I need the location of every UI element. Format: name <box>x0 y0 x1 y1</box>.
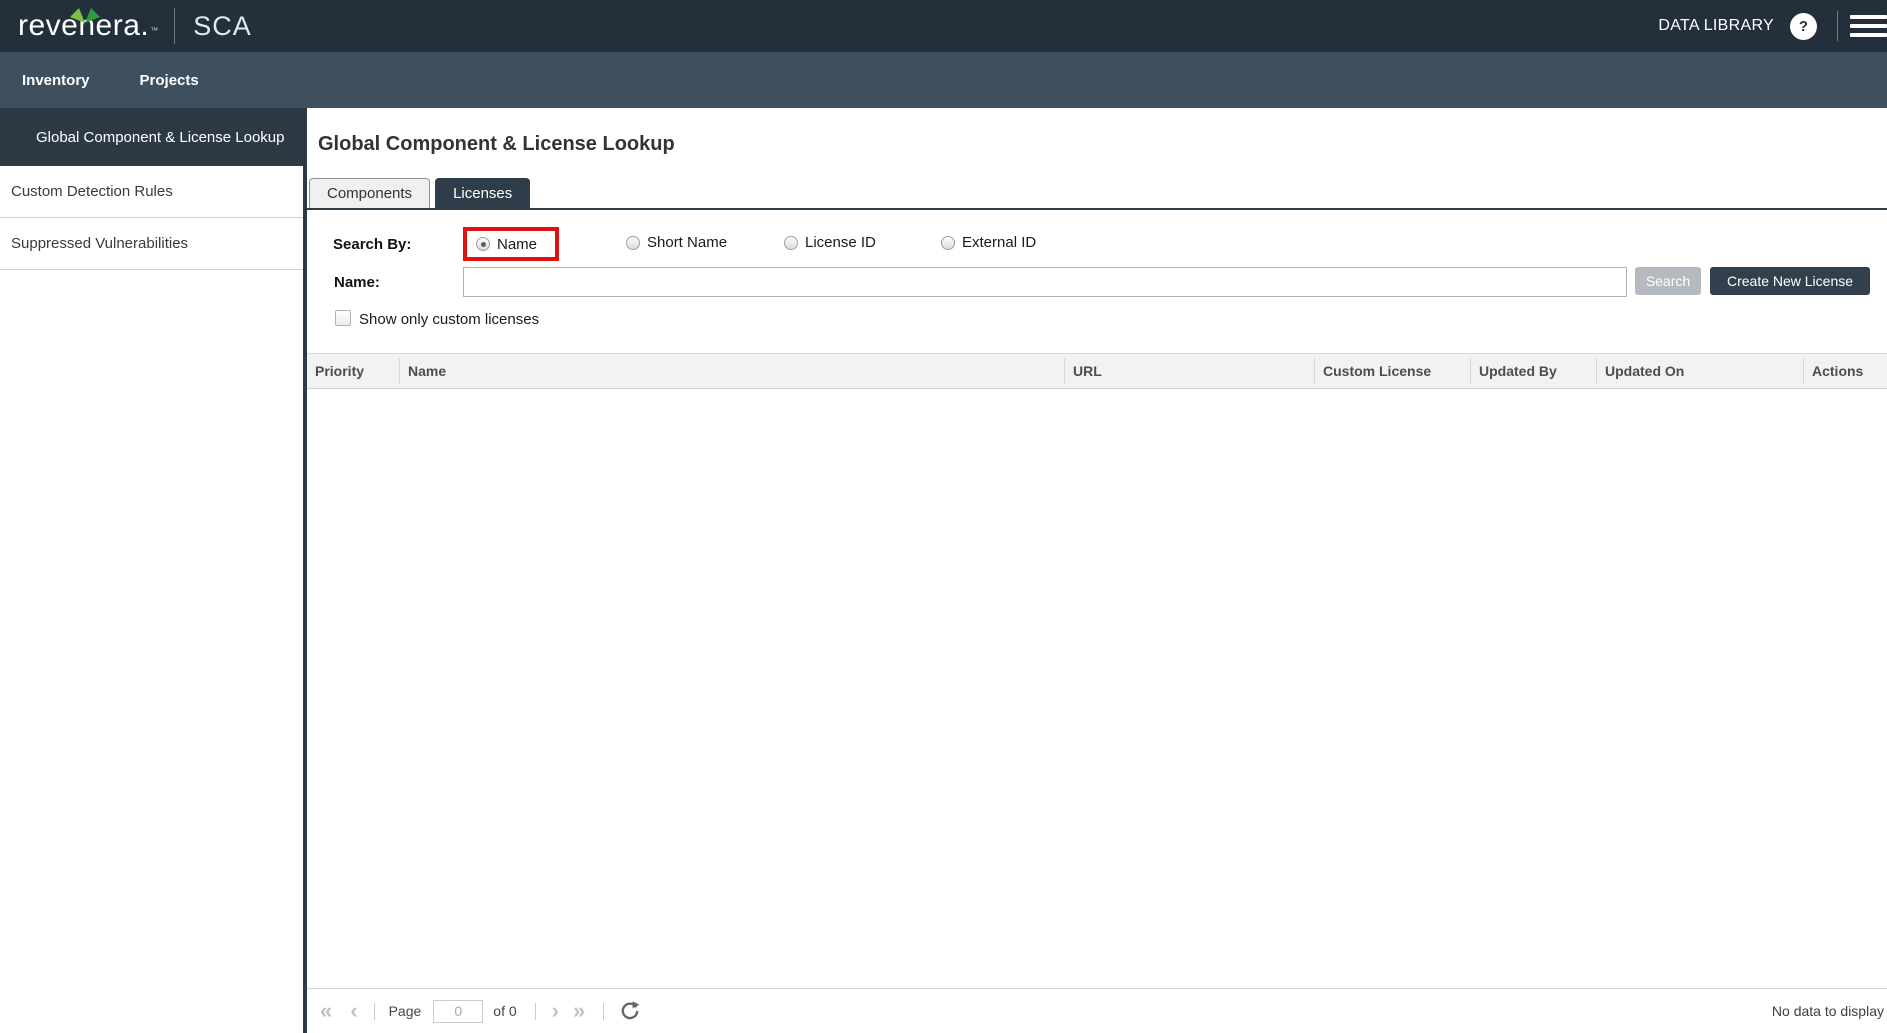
app-header: revenera. ™ SCA DATA LIBRARY ? <box>0 0 1887 52</box>
column-header-url[interactable]: URL <box>1065 358 1315 384</box>
nav-item-inventory[interactable]: Inventory <box>22 72 90 89</box>
help-glyph: ? <box>1799 18 1808 35</box>
radio-name-selected-icon[interactable] <box>476 237 490 251</box>
product-name: SCA <box>193 11 252 42</box>
show-custom-licenses-label: Show only custom licenses <box>359 311 539 328</box>
radio-license-id-label: License ID <box>805 234 876 251</box>
radio-external-id-label: External ID <box>962 234 1036 251</box>
page-title: Global Component & License Lookup <box>318 132 1887 156</box>
no-data-message: No data to display <box>1772 1003 1884 1019</box>
radio-option-external-id[interactable]: External ID <box>941 234 1036 251</box>
sidebar: Global Component & License Lookup Custom… <box>0 108 303 1033</box>
column-header-updated-by[interactable]: Updated By <box>1471 358 1597 384</box>
radio-external-id-icon[interactable] <box>941 236 955 250</box>
show-custom-licenses-checkbox[interactable] <box>335 310 351 326</box>
radio-option-license-id[interactable]: License ID <box>784 234 876 251</box>
name-search-input[interactable] <box>463 267 1627 297</box>
create-new-license-button[interactable]: Create New License <box>1710 267 1870 295</box>
radio-license-id-icon[interactable] <box>784 236 798 250</box>
radio-option-short-name[interactable]: Short Name <box>626 234 727 251</box>
nav-item-projects[interactable]: Projects <box>140 72 199 89</box>
table-header: Priority Name URL Custom License Updated… <box>307 353 1887 389</box>
last-page-icon[interactable]: » <box>573 1000 585 1022</box>
radio-short-name-icon[interactable] <box>626 236 640 250</box>
next-page-icon[interactable]: › <box>552 1000 559 1022</box>
search-panel: Search By: Name Short Name License ID Ex… <box>307 210 1887 353</box>
radio-name-label: Name <box>497 236 537 253</box>
header-divider <box>174 8 175 44</box>
header-divider-2 <box>1837 11 1838 41</box>
hamburger-menu-icon[interactable] <box>1850 15 1887 37</box>
main-nav: Inventory Projects <box>0 52 1887 108</box>
column-header-priority[interactable]: Priority <box>307 358 400 384</box>
tab-components[interactable]: Components <box>309 178 430 208</box>
first-page-icon[interactable]: « <box>320 1000 332 1022</box>
radio-short-name-label: Short Name <box>647 234 727 251</box>
logo-trademark: ™ <box>150 26 158 35</box>
pagination-separator <box>603 1003 604 1020</box>
highlight-box: Name <box>463 227 559 261</box>
main-panel: Global Component & License Lookup Compon… <box>303 108 1887 1033</box>
revenera-logo: revenera. ™ <box>18 9 158 43</box>
search-button[interactable]: Search <box>1635 267 1701 295</box>
page-number-input[interactable] <box>433 1000 483 1023</box>
sidebar-item-suppressed-vulnerabilities[interactable]: Suppressed Vulnerabilities <box>0 218 303 270</box>
pagination-separator <box>535 1003 536 1020</box>
help-icon[interactable]: ? <box>1790 13 1817 40</box>
search-by-label: Search By: <box>333 236 411 253</box>
column-header-actions[interactable]: Actions <box>1804 358 1887 384</box>
prev-page-icon[interactable]: ‹ <box>350 1000 357 1022</box>
page-label: Page <box>389 1003 422 1019</box>
data-library-link[interactable]: DATA LIBRARY <box>1658 17 1774 35</box>
sidebar-item-global-lookup[interactable]: Global Component & License Lookup <box>0 108 303 166</box>
sidebar-item-custom-detection-rules[interactable]: Custom Detection Rules <box>0 166 303 218</box>
pagination-bar: « ‹ Page of 0 › » No data to display <box>307 988 1887 1033</box>
column-header-custom-license[interactable]: Custom License <box>1315 358 1471 384</box>
table-body-empty <box>307 389 1887 988</box>
tab-licenses[interactable]: Licenses <box>435 178 530 208</box>
column-header-updated-on[interactable]: Updated On <box>1597 358 1804 384</box>
logo-leaf-icon <box>68 8 102 24</box>
pagination-separator <box>374 1003 375 1020</box>
column-header-name[interactable]: Name <box>400 358 1065 384</box>
radio-option-name[interactable]: Name <box>476 236 537 253</box>
refresh-icon[interactable] <box>620 1001 640 1021</box>
tab-bar: Components Licenses <box>307 178 1887 210</box>
page-count-label: of 0 <box>493 1003 516 1019</box>
name-field-label: Name: <box>334 274 380 291</box>
